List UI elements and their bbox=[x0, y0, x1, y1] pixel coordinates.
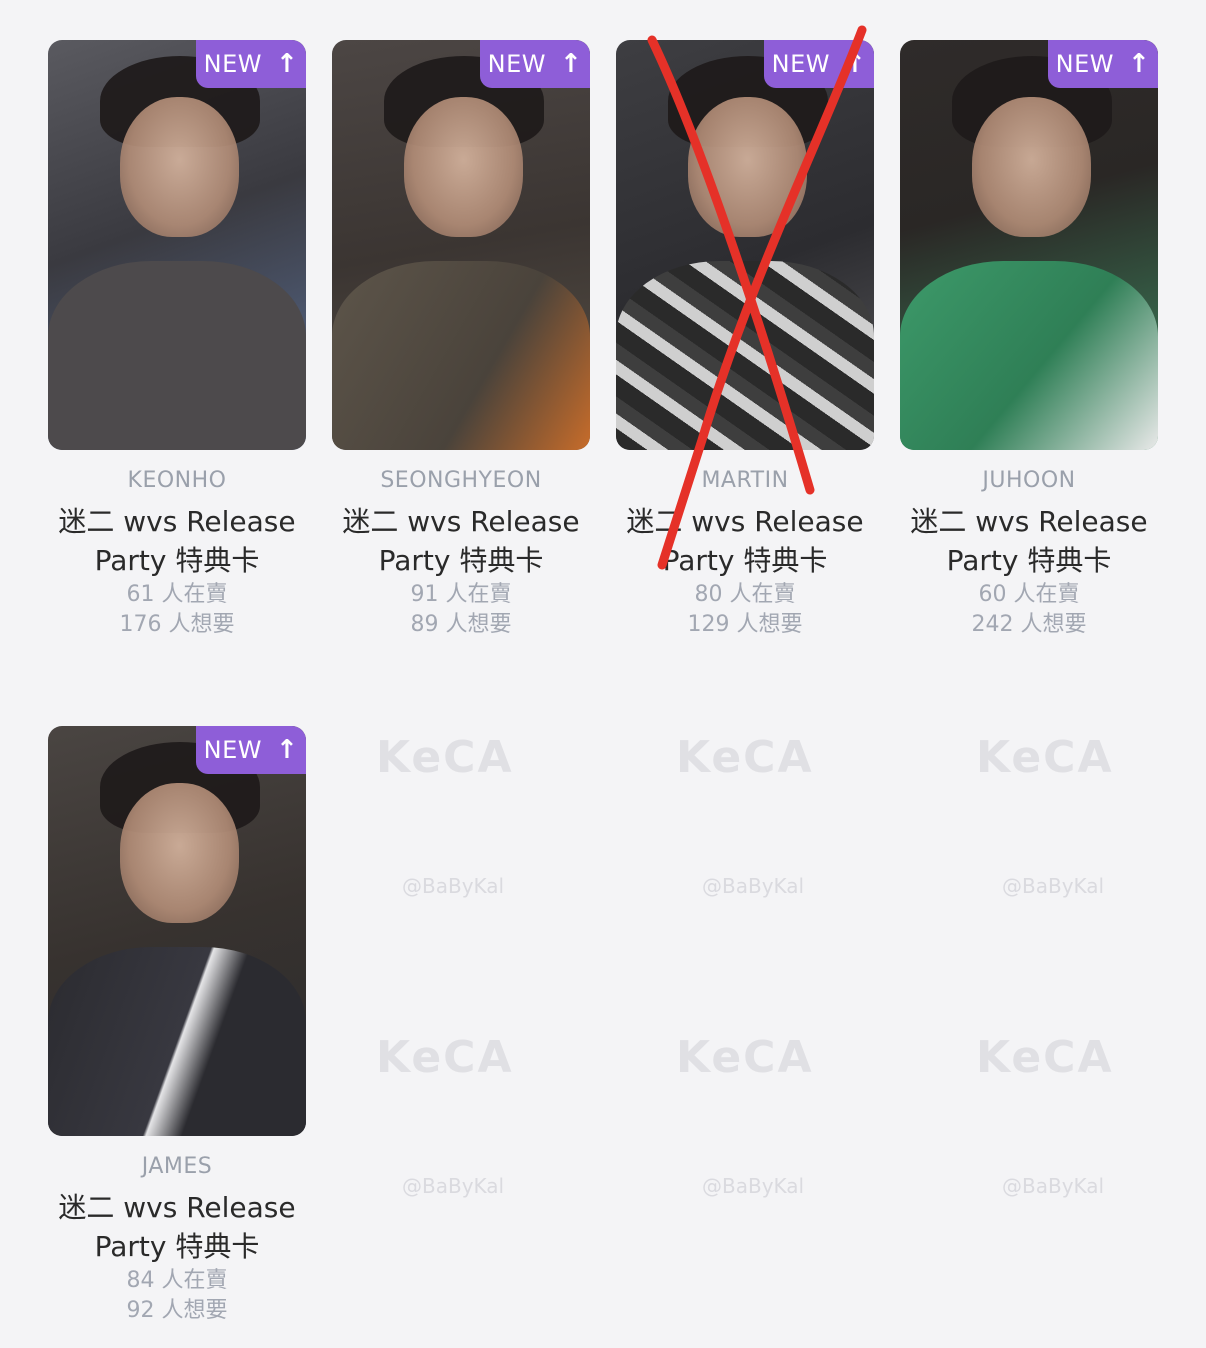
watermark-logo: KeCA bbox=[976, 732, 1114, 783]
watermark-handle: @BaByKal bbox=[402, 874, 505, 898]
card-title[interactable]: 迷二 wvs Release Party 特典卡 bbox=[884, 502, 1174, 580]
arrow-up-icon: ↑ bbox=[1128, 49, 1151, 79]
crossed-out-mark bbox=[647, 25, 867, 570]
photocard-image[interactable]: NEW ↑ bbox=[332, 40, 590, 450]
wanting-count: 92 人想要 bbox=[126, 1298, 228, 1323]
photocard-image[interactable]: NEW ↑ bbox=[48, 40, 306, 450]
watermark-logo: KeCA bbox=[976, 1032, 1114, 1083]
watermark-handle: @BaByKal bbox=[702, 874, 805, 898]
watermark-logo: KeCA bbox=[376, 1032, 514, 1083]
member-name: JAMES bbox=[141, 1154, 213, 1179]
new-badge: NEW ↑ bbox=[196, 726, 306, 774]
new-badge: NEW ↑ bbox=[1048, 40, 1158, 88]
selling-count: 84 人在賣 bbox=[126, 1268, 228, 1293]
new-badge: NEW ↑ bbox=[196, 40, 306, 88]
selling-count: 60 人在賣 bbox=[978, 582, 1080, 607]
wanting-count: 89 人想要 bbox=[410, 612, 512, 637]
arrow-up-icon: ↑ bbox=[276, 49, 299, 79]
new-badge: NEW ↑ bbox=[480, 40, 590, 88]
arrow-up-icon: ↑ bbox=[560, 49, 583, 79]
wanting-count: 242 人想要 bbox=[971, 612, 1087, 637]
wanting-count: 176 人想要 bbox=[119, 612, 235, 637]
selling-count: 91 人在賣 bbox=[410, 582, 512, 607]
photocard-image[interactable]: NEW ↑ bbox=[48, 726, 306, 1136]
selling-count: 80 人在賣 bbox=[694, 582, 796, 607]
card-title[interactable]: 迷二 wvs Release Party 特典卡 bbox=[32, 1188, 322, 1266]
arrow-up-icon: ↑ bbox=[276, 735, 299, 765]
watermark-handle: @BaByKal bbox=[402, 1174, 505, 1198]
watermark-logo: KeCA bbox=[376, 732, 514, 783]
member-name: SEONGHYEON bbox=[380, 468, 542, 493]
selling-count: 61 人在賣 bbox=[126, 582, 228, 607]
watermark-handle: @BaByKal bbox=[1002, 874, 1105, 898]
watermark-logo: KeCA bbox=[676, 1032, 814, 1083]
photocard-grid: NEW ↑ KEONHO 迷二 wvs Release Party 特典卡 61 人… bbox=[0, 0, 1206, 1348]
member-name: KEONHO bbox=[127, 468, 227, 493]
watermark-handle: @BaByKal bbox=[702, 1174, 805, 1198]
watermark-logo: KeCA bbox=[676, 732, 814, 783]
photocard-image[interactable]: NEW ↑ bbox=[900, 40, 1158, 450]
card-title[interactable]: 迷二 wvs Release Party 特典卡 bbox=[316, 502, 606, 580]
watermark-handle: @BaByKal bbox=[1002, 1174, 1105, 1198]
member-name: JUHOON bbox=[982, 468, 1076, 493]
card-title[interactable]: 迷二 wvs Release Party 特典卡 bbox=[32, 502, 322, 580]
wanting-count: 129 人想要 bbox=[687, 612, 803, 637]
